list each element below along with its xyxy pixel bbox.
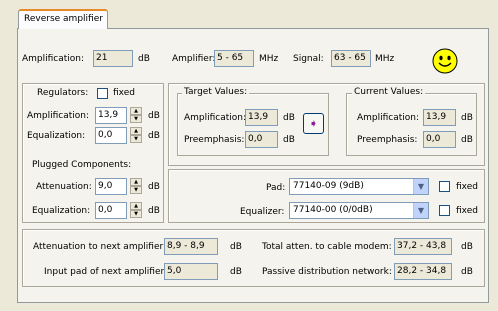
plugged-equalization-unit: dB <box>148 206 160 216</box>
plugged-attenuation-input[interactable]: 9,0 <box>95 178 127 195</box>
plugged-equalization-input[interactable]: 0,0 <box>95 202 127 219</box>
plugged-attenuation-spinner[interactable]: ▲ ▼ <box>130 178 142 195</box>
signal-unit: MHz <box>375 54 395 64</box>
total-atten-unit: dB <box>461 242 473 252</box>
reg-equalization-unit: dB <box>148 131 160 141</box>
plugged-attenuation-unit: dB <box>148 182 160 192</box>
input-pad-field: 5,0 <box>164 263 218 280</box>
tab-reverse-amplifier[interactable]: Reverse amplifier <box>18 9 108 29</box>
current-values-group <box>346 93 477 156</box>
target-preemphasis-label: Preemphasis: <box>184 135 245 145</box>
amplification-unit: dB <box>138 54 150 64</box>
spin-down-icon[interactable]: ▼ <box>130 186 142 194</box>
spin-up-icon[interactable]: ▲ <box>130 127 142 135</box>
smiley-face-icon <box>432 48 458 74</box>
regulators-title: Regulators: <box>37 88 89 98</box>
current-values-title: Current Values: <box>352 87 426 98</box>
amplifier-label: Amplifier: <box>172 54 216 64</box>
current-preemphasis-field: 0,0 <box>423 131 456 148</box>
passive-unit: dB <box>461 267 473 277</box>
equalizer-select-value: 77140-00 (0/0dB) <box>293 205 373 215</box>
signal-label: Signal: <box>293 54 324 64</box>
current-amplification-label: Amplification: <box>357 113 420 123</box>
current-preemphasis-label: Preemphasis: <box>357 135 418 145</box>
total-atten-label: Total atten. to cable modem: <box>262 242 392 252</box>
reg-equalization-input[interactable]: 0,0 <box>95 127 127 144</box>
regulators-fixed-checkbox[interactable] <box>97 88 108 99</box>
spin-up-icon[interactable]: ▲ <box>130 178 142 186</box>
reg-amplification-unit: dB <box>148 111 160 121</box>
plugged-attenuation-label: Attenuation: <box>36 182 92 192</box>
equalizer-fixed-checkbox[interactable] <box>439 205 450 216</box>
target-preemphasis-field: 0,0 <box>245 131 278 148</box>
spin-down-icon[interactable]: ▼ <box>130 210 142 218</box>
reg-amplification-label: Amplification: <box>27 111 90 121</box>
current-preemphasis-unit: dB <box>461 135 473 145</box>
pad-label: Pad: <box>266 183 286 193</box>
equalizer-select[interactable]: 77140-00 (0/0dB) ▼ <box>289 202 429 219</box>
tab-label: Reverse amplifier <box>24 14 103 24</box>
amplifier-unit: MHz <box>259 54 279 64</box>
chevron-down-icon[interactable]: ▼ <box>413 179 428 194</box>
target-amplification-field: 13,9 <box>245 109 278 126</box>
input-pad-label: Input pad of next amplifier: <box>44 267 168 277</box>
passive-label: Passive distribution network: <box>262 267 392 277</box>
equalizer-label: Equalizer: <box>240 207 285 217</box>
amplification-field: 21 <box>93 50 133 67</box>
chevron-down-icon[interactable]: ▼ <box>413 203 428 218</box>
apply-target-button[interactable]: ➧ <box>303 113 324 134</box>
current-amplification-unit: dB <box>461 113 473 123</box>
amplification-label: Amplification: <box>22 54 85 64</box>
reg-equalization-spinner[interactable]: ▲ ▼ <box>130 127 142 144</box>
plugged-equalization-label: Equalization: <box>32 206 91 216</box>
plugged-equalization-spinner[interactable]: ▲ ▼ <box>130 202 142 219</box>
att-next-label: Attenuation to next amplifier: <box>33 242 167 252</box>
att-next-unit: dB <box>230 242 242 252</box>
regulators-box <box>22 83 164 223</box>
spin-down-icon[interactable]: ▼ <box>130 135 142 143</box>
target-amplification-label: Amplification: <box>184 113 247 123</box>
target-preemphasis-unit: dB <box>283 135 295 145</box>
reg-amplification-input[interactable]: 13,9 <box>95 107 127 124</box>
target-values-title: Target Values: <box>182 87 250 98</box>
signal-field: 63 - 65 <box>331 50 371 67</box>
pad-fixed-checkbox[interactable] <box>439 181 450 192</box>
spin-up-icon[interactable]: ▲ <box>130 202 142 210</box>
passive-field: 28,2 - 34,8 <box>394 263 452 280</box>
regulators-fixed-label: fixed <box>113 88 135 98</box>
plugged-title: Plugged Components: <box>32 160 132 170</box>
current-amplification-field: 13,9 <box>423 109 456 126</box>
att-next-field: 8,9 - 8,9 <box>164 238 218 255</box>
reg-amplification-spinner[interactable]: ▲ ▼ <box>130 107 142 124</box>
pad-select-value: 77140-09 (9dB) <box>293 181 364 191</box>
equalizer-fixed-label: fixed <box>456 206 478 216</box>
reg-equalization-label: Equalization: <box>27 131 86 141</box>
spin-down-icon[interactable]: ▼ <box>130 115 142 123</box>
total-atten-field: 37,2 - 43,8 <box>394 238 452 255</box>
input-pad-unit: dB <box>230 267 242 277</box>
amplifier-field: 5 - 65 <box>214 50 254 67</box>
pad-select[interactable]: 77140-09 (9dB) ▼ <box>289 178 429 195</box>
pad-fixed-label: fixed <box>456 182 478 192</box>
arrow-right-icon: ➧ <box>308 117 319 130</box>
spin-up-icon[interactable]: ▲ <box>130 107 142 115</box>
target-amplification-unit: dB <box>283 113 295 123</box>
